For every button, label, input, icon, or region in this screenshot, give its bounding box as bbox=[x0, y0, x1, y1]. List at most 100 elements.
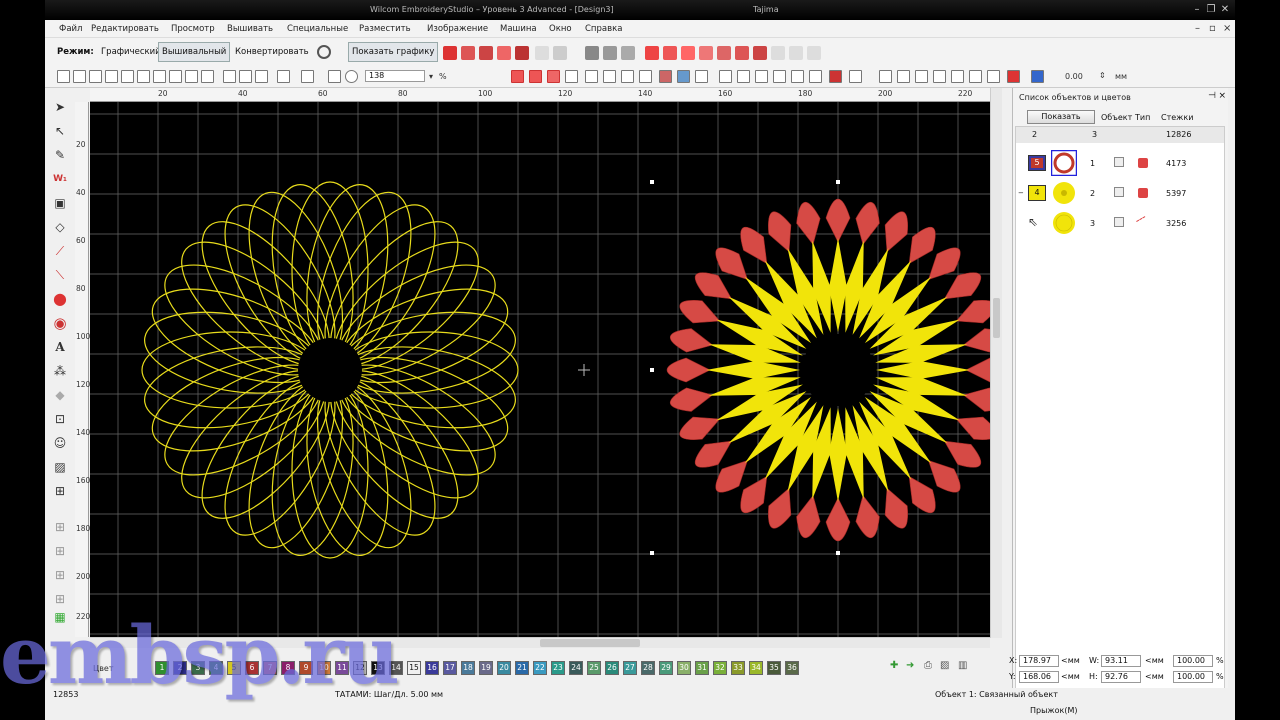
graphic-mode-button[interactable]: Графический bbox=[97, 42, 165, 62]
stitch-icon[interactable] bbox=[529, 70, 542, 83]
stitch-icon[interactable] bbox=[511, 70, 524, 83]
arrow-icon[interactable]: ➜ bbox=[906, 660, 914, 671]
palette-swatch[interactable]: 34 bbox=[749, 661, 763, 675]
palette-edit-icon[interactable]: ▨ bbox=[940, 660, 949, 671]
menu-machine[interactable]: Машина bbox=[500, 24, 537, 34]
palette-swatch[interactable]: 33 bbox=[731, 661, 745, 675]
zoom-icon[interactable] bbox=[345, 70, 358, 83]
tree-expander-icon[interactable]: − bbox=[1018, 189, 1024, 197]
frame-icon[interactable]: ⊡ bbox=[51, 410, 69, 428]
mdi-minimize-icon[interactable]: – bbox=[1195, 23, 1200, 34]
stitch-type-icon[interactable] bbox=[497, 46, 511, 60]
effect-icon[interactable] bbox=[735, 46, 749, 60]
palette-swatch[interactable]: 25 bbox=[587, 661, 601, 675]
circle-icon[interactable]: ● bbox=[51, 290, 69, 308]
zoom-fit-icon[interactable] bbox=[328, 70, 341, 83]
flower-fill-design[interactable] bbox=[666, 198, 990, 542]
mdi-close-icon[interactable]: × bbox=[1223, 23, 1231, 34]
palette-swatch[interactable]: 36 bbox=[785, 661, 799, 675]
layer-icon[interactable] bbox=[659, 70, 672, 83]
palette-swatch[interactable]: 15 bbox=[407, 661, 421, 675]
grid-tool-icon[interactable]: ⊞ bbox=[51, 518, 69, 536]
show-icon[interactable] bbox=[829, 70, 842, 83]
save-as-icon[interactable] bbox=[105, 70, 118, 83]
open-file-icon[interactable] bbox=[73, 70, 86, 83]
effect-icon[interactable] bbox=[681, 46, 695, 60]
stitch-type-icon[interactable] bbox=[461, 46, 475, 60]
zoom-dropdown-icon[interactable]: ▾ bbox=[429, 72, 433, 81]
show-icon[interactable] bbox=[791, 70, 804, 83]
vertical-scroll-thumb[interactable] bbox=[993, 298, 1000, 338]
menu-arrange[interactable]: Разместить bbox=[359, 24, 411, 34]
menu-view[interactable]: Просмотр bbox=[171, 24, 215, 34]
menu-window[interactable]: Окно bbox=[549, 24, 572, 34]
polyline-icon[interactable]: ⟍ bbox=[51, 266, 69, 284]
stitch-type-icon[interactable] bbox=[479, 46, 493, 60]
palette-swatch[interactable]: 16 bbox=[425, 661, 439, 675]
align-icon[interactable] bbox=[915, 70, 928, 83]
show-graphics-button[interactable]: Показать графику bbox=[348, 42, 439, 62]
cut-icon[interactable] bbox=[223, 70, 236, 83]
palette-swatch[interactable]: 27 bbox=[623, 661, 637, 675]
menu-edit[interactable]: Редактировать bbox=[91, 24, 159, 34]
redo-icon[interactable] bbox=[301, 70, 314, 83]
ring-icon[interactable]: ◉ bbox=[51, 314, 69, 332]
stitch-text-icon[interactable]: W₁ bbox=[51, 170, 69, 188]
layer-icon[interactable] bbox=[677, 70, 690, 83]
palette-swatch[interactable]: 20 bbox=[497, 661, 511, 675]
palette-swatch[interactable]: 18 bbox=[461, 661, 475, 675]
show-icon[interactable] bbox=[755, 70, 768, 83]
show-icon[interactable] bbox=[809, 70, 822, 83]
palette-swatch[interactable]: 24 bbox=[569, 661, 583, 675]
paste-icon[interactable] bbox=[255, 70, 268, 83]
maximize-icon[interactable]: ❐ bbox=[1205, 4, 1217, 16]
x-field[interactable]: 178.97 bbox=[1019, 655, 1059, 667]
card-icon[interactable] bbox=[201, 70, 214, 83]
effect-icon[interactable] bbox=[807, 46, 821, 60]
palette-swatch[interactable]: 17 bbox=[443, 661, 457, 675]
menu-stitch[interactable]: Вышивать bbox=[227, 24, 273, 34]
show-icon[interactable] bbox=[719, 70, 732, 83]
hatch-icon[interactable]: ▨ bbox=[51, 458, 69, 476]
grid-tool-icon[interactable]: ⊞ bbox=[51, 542, 69, 560]
grid-icon[interactable] bbox=[585, 70, 598, 83]
send-icon[interactable] bbox=[169, 70, 182, 83]
palette-swatch[interactable]: 32 bbox=[713, 661, 727, 675]
stitch-type-icon[interactable] bbox=[553, 46, 567, 60]
stitch-type-icon[interactable] bbox=[515, 46, 529, 60]
show-icon[interactable] bbox=[773, 70, 786, 83]
show-icon[interactable] bbox=[737, 70, 750, 83]
column-type[interactable]: Тип bbox=[1135, 113, 1150, 122]
column-icon[interactable]: ⊞ bbox=[51, 482, 69, 500]
menu-special[interactable]: Специальные bbox=[287, 24, 348, 34]
effect-icon[interactable] bbox=[789, 46, 803, 60]
vertical-scrollbar[interactable] bbox=[990, 88, 1002, 638]
stitch-type-icon[interactable] bbox=[443, 46, 457, 60]
line-icon[interactable]: ⟋ bbox=[51, 242, 69, 260]
print-palette-icon[interactable]: ⎙ bbox=[924, 660, 932, 671]
add-color-icon[interactable]: ✚ bbox=[890, 660, 898, 671]
preview-icon[interactable] bbox=[121, 70, 134, 83]
effect-icon[interactable] bbox=[663, 46, 677, 60]
monogram-icon[interactable]: ⁂ bbox=[51, 362, 69, 380]
save-icon[interactable] bbox=[89, 70, 102, 83]
machine-icon[interactable] bbox=[185, 70, 198, 83]
effect-icon[interactable] bbox=[771, 46, 785, 60]
scale-x-field[interactable]: 100.00 bbox=[1173, 655, 1213, 667]
mdi-restore-icon[interactable]: ▫ bbox=[1209, 23, 1216, 34]
fill-icon[interactable] bbox=[621, 46, 635, 60]
table-row[interactable]: 5 1 4173 bbox=[1016, 149, 1224, 179]
palette-settings-icon[interactable]: ▥ bbox=[958, 660, 967, 671]
effect-icon[interactable] bbox=[699, 46, 713, 60]
globe-icon[interactable] bbox=[317, 45, 331, 59]
person-icon[interactable]: ☺ bbox=[51, 434, 69, 452]
align-icon[interactable] bbox=[951, 70, 964, 83]
palette-swatch[interactable]: 19 bbox=[479, 661, 493, 675]
palette-swatch[interactable]: 26 bbox=[605, 661, 619, 675]
canvas-drawing[interactable] bbox=[90, 102, 990, 637]
table-row[interactable]: − 4 2 5397 bbox=[1016, 179, 1224, 209]
embroidery-mode-button[interactable]: Вышивальный bbox=[158, 42, 231, 62]
h-field[interactable]: 92.76 bbox=[1101, 671, 1141, 683]
lines-icon[interactable] bbox=[621, 70, 634, 83]
fill-tool-icon[interactable]: ◇ bbox=[51, 218, 69, 236]
